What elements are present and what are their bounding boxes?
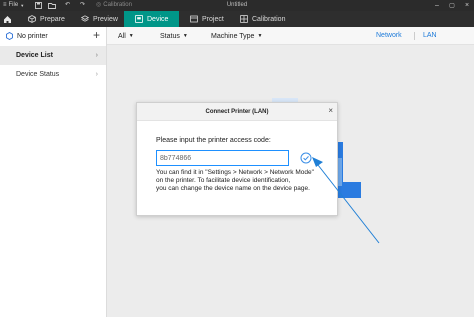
annotation-arrow (312, 157, 380, 244)
app-window: ≡ File ▼ ↶ ↷ ◎ Calibration Untitled – ▢ … (0, 0, 474, 317)
